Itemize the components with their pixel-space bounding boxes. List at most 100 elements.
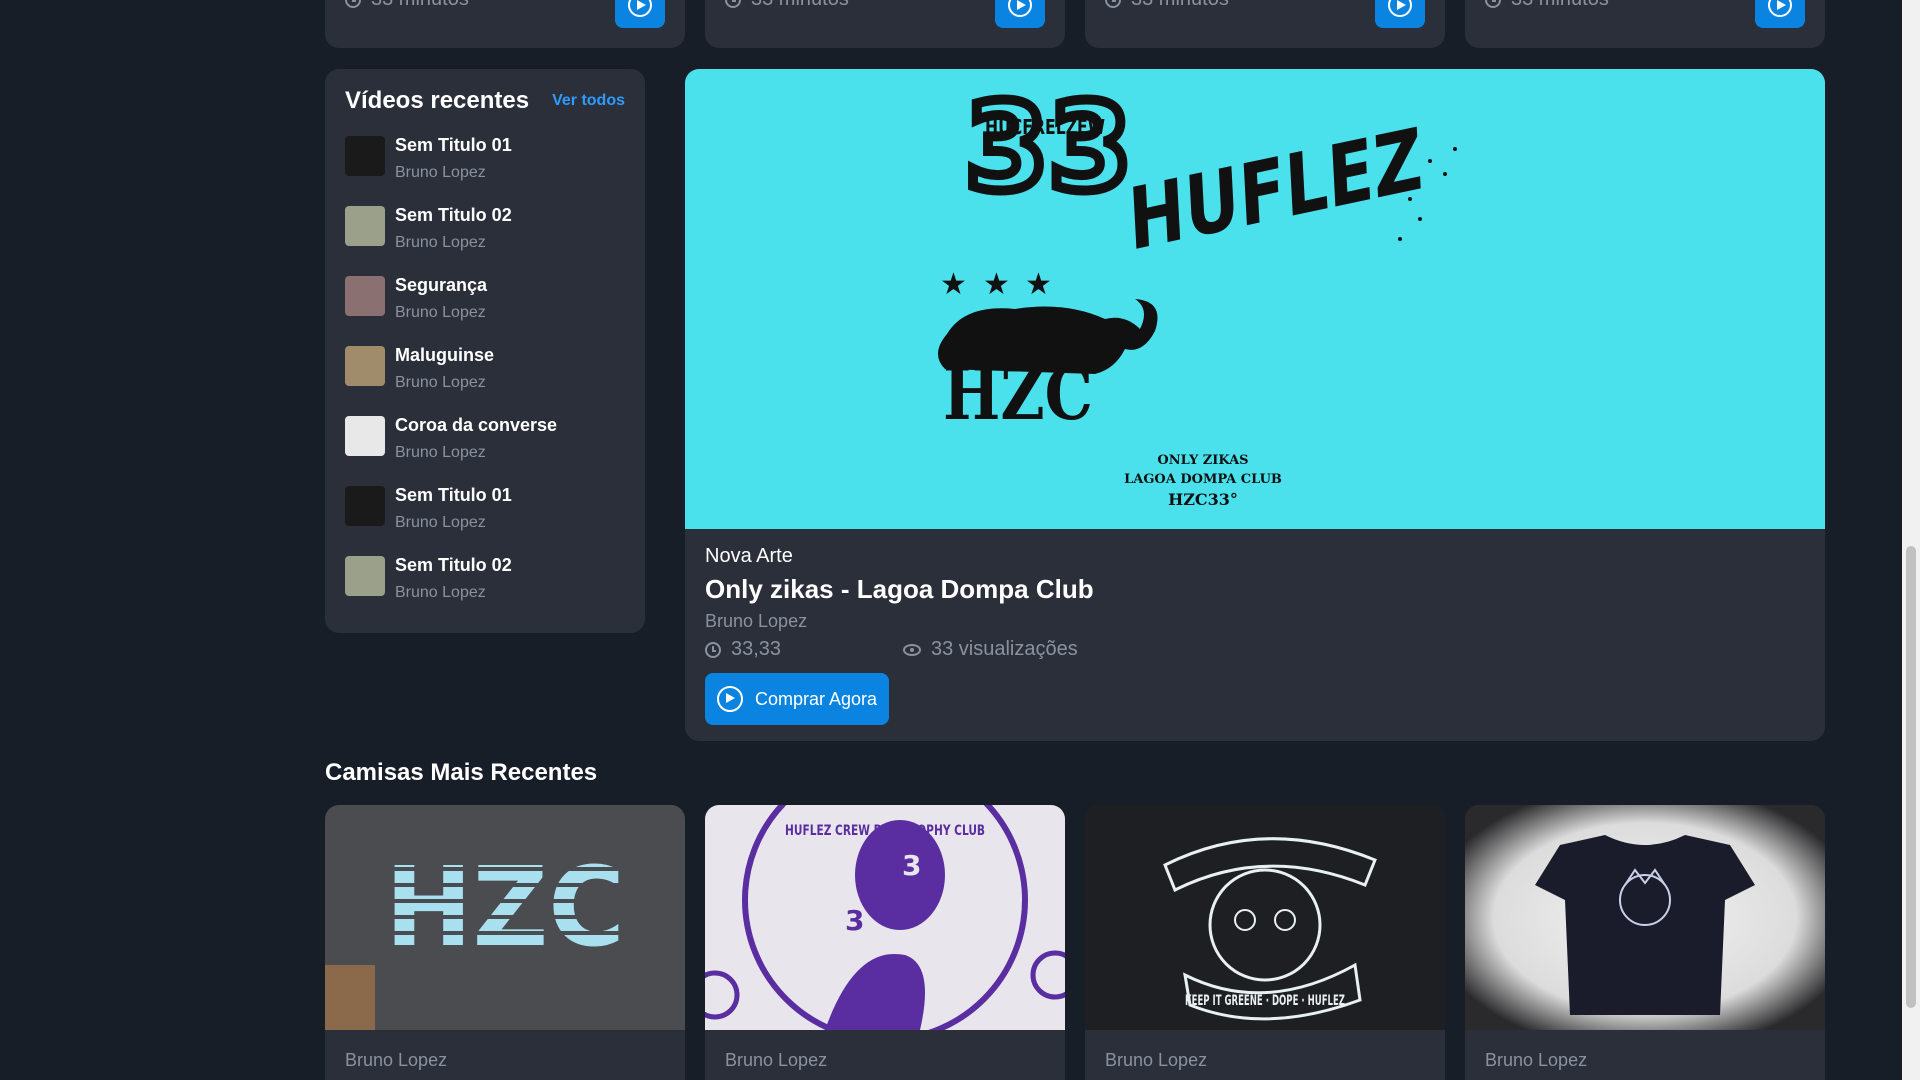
page-scrollbar[interactable] xyxy=(1902,0,1920,1080)
play-button[interactable] xyxy=(1375,0,1425,28)
video-author: Bruno Lopez xyxy=(395,304,486,321)
duration: 33 minutos xyxy=(1485,0,1609,11)
shirt-image: 3 3 HUFLEZ CREW PHILOSOPHY CLUB xyxy=(705,805,1065,1030)
video-author: Bruno Lopez xyxy=(395,444,486,461)
svg-text:★: ★ xyxy=(940,267,967,302)
see-all-link[interactable]: Ver todos xyxy=(552,92,625,110)
video-author: Bruno Lopez xyxy=(395,514,486,531)
shirt-author: Bruno Lopez xyxy=(345,1050,448,1070)
recent-videos-list: Sem Titulo 01 Bruno Lopez Sem Titulo 02 … xyxy=(345,133,625,623)
featured-card: 33 HUCFRELZEW HUFLEZ ★ ★ ★ HZC ONLY ZIKA… xyxy=(685,69,1825,741)
svg-text:★: ★ xyxy=(1025,267,1052,302)
shirt-image: KEEP IT GREENE · DOPE · HUFLEZ xyxy=(1085,805,1445,1030)
play-icon xyxy=(1008,0,1032,17)
video-thumbnail xyxy=(345,276,385,316)
video-item[interactable]: Coroa da converse Bruno Lopez xyxy=(345,413,625,483)
shirt-image-1: HZC xyxy=(325,805,685,1030)
svg-text:★: ★ xyxy=(983,267,1010,302)
price-stat: 33,33 xyxy=(705,638,903,661)
video-item[interactable]: Sem Titulo 02 Bruno Lopez xyxy=(345,553,625,623)
video-title: Sem Titulo 02 xyxy=(395,555,512,575)
buy-now-button[interactable]: Comprar Agora xyxy=(705,673,890,725)
video-title: Segurança xyxy=(395,275,488,295)
duration: 33 minutos xyxy=(725,0,849,11)
recent-header: Vídeos recentes Ver todos xyxy=(345,87,625,115)
video-item[interactable]: Maluguinse Bruno Lopez xyxy=(345,343,625,413)
shirt-image xyxy=(1465,805,1825,1030)
featured-price: 33,33 xyxy=(731,638,782,660)
play-button[interactable] xyxy=(1755,0,1805,28)
video-author: Bruno Lopez xyxy=(395,374,486,391)
featured-artwork[interactable]: 33 HUCFRELZEW HUFLEZ ★ ★ ★ HZC ONLY ZIKA… xyxy=(685,69,1825,529)
play-icon xyxy=(1388,0,1412,17)
video-title: Maluguinse xyxy=(395,345,495,365)
shirt-image-2: 3 3 HUFLEZ CREW PHILOSOPHY CLUB xyxy=(705,805,1065,1030)
video-thumbnail xyxy=(345,206,385,246)
shirt-card[interactable]: Bruno Lopez xyxy=(1465,805,1825,1080)
featured-details: Nova Arte Only zikas - Lagoa Dompa Club … xyxy=(685,529,1825,741)
caption-line-3: HZC33° xyxy=(1168,490,1238,509)
video-author: Bruno Lopez xyxy=(395,164,486,181)
clock-icon xyxy=(345,0,361,8)
shirts-section-title: Camisas Mais Recentes xyxy=(325,759,598,786)
video-item[interactable]: Sem Titulo 02 Bruno Lopez xyxy=(345,203,625,273)
shirt-print: KEEP IT GREENE · DOPE · HUFLEZ xyxy=(1185,993,1345,1009)
featured-stats: 33,33 33 visualizações xyxy=(705,638,1805,661)
play-button[interactable] xyxy=(615,0,665,28)
featured-views: 33 visualizações xyxy=(931,638,1078,660)
video-thumbnail xyxy=(345,136,385,176)
shirts-row: HZC Bruno Lopez 3 3 HUFLEZ CREW PHILOSOP… xyxy=(325,805,1825,1080)
svg-text:3: 3 xyxy=(845,904,864,937)
shirt-card[interactable]: HZC Bruno Lopez xyxy=(325,805,685,1080)
recent-videos-panel: Vídeos recentes Ver todos Sem Titulo 01 … xyxy=(325,69,645,633)
clock-icon xyxy=(705,641,721,658)
shirt-author: Bruno Lopez xyxy=(1485,1050,1588,1070)
clock-icon xyxy=(725,0,741,8)
video-author: Bruno Lopez xyxy=(395,234,486,251)
featured-author: Bruno Lopez xyxy=(705,611,808,631)
video-thumbnail xyxy=(345,346,385,386)
clock-icon xyxy=(1485,0,1501,8)
play-button[interactable] xyxy=(995,0,1045,28)
page: 33 minutos 33 minutos 33 minutos 33 minu… xyxy=(325,0,1825,1080)
recent-videos-title: Vídeos recentes xyxy=(345,87,530,114)
caption-line-1: ONLY ZIKAS xyxy=(1157,453,1248,468)
buy-now-label: Comprar Agora xyxy=(755,688,878,709)
shirt-author: Bruno Lopez xyxy=(725,1050,828,1070)
duration: 33 minutos xyxy=(1105,0,1229,11)
video-author: Bruno Lopez xyxy=(395,584,486,601)
shirt-image-4 xyxy=(1465,805,1825,1030)
clock-icon xyxy=(1105,0,1121,8)
video-title: Sem Titulo 01 xyxy=(395,135,512,155)
duration-label: 33 minutos xyxy=(371,0,469,11)
video-item[interactable]: Sem Titulo 01 Bruno Lopez xyxy=(345,133,625,203)
badge-text: HZC xyxy=(943,351,1093,436)
video-title: Sem Titulo 02 xyxy=(395,205,512,225)
duration-label: 33 minutos xyxy=(751,0,849,11)
shirt-image: HZC xyxy=(325,805,685,1030)
shirt-author: Bruno Lopez xyxy=(1105,1050,1208,1070)
duration-label: 33 minutos xyxy=(1511,0,1609,11)
shirt-card[interactable]: KEEP IT GREENE · DOPE · HUFLEZ Bruno Lop… xyxy=(1085,805,1445,1080)
play-icon xyxy=(717,686,743,712)
video-item[interactable]: Segurança Bruno Lopez xyxy=(345,273,625,343)
video-thumbnail xyxy=(345,486,385,526)
video-thumbnail xyxy=(345,556,385,596)
top-card[interactable]: 33 minutos xyxy=(1465,0,1825,48)
logo-letters: HUCFRELZEW xyxy=(985,115,1105,139)
featured-title[interactable]: Only zikas - Lagoa Dompa Club xyxy=(705,574,1805,605)
scrollbar-thumb[interactable] xyxy=(1906,546,1916,1008)
play-icon xyxy=(628,0,652,17)
video-thumbnail xyxy=(345,416,385,456)
top-card[interactable]: 33 minutos xyxy=(1085,0,1445,48)
video-title: Sem Titulo 01 xyxy=(395,485,512,505)
top-card[interactable]: 33 minutos xyxy=(325,0,685,48)
shirt-card[interactable]: 3 3 HUFLEZ CREW PHILOSOPHY CLUB Bruno Lo… xyxy=(705,805,1065,1080)
featured-artwork-image: 33 HUCFRELZEW HUFLEZ ★ ★ ★ HZC ONLY ZIKA… xyxy=(937,74,1457,509)
logo-numbers: 33 xyxy=(965,79,1132,218)
video-item[interactable]: Sem Titulo 01 Bruno Lopez xyxy=(345,483,625,553)
eye-icon xyxy=(903,643,921,656)
featured-category: Nova Arte xyxy=(705,545,793,567)
top-card[interactable]: 33 minutos xyxy=(705,0,1065,48)
top-cards-row: 33 minutos 33 minutos 33 minutos 33 minu… xyxy=(325,0,1825,48)
